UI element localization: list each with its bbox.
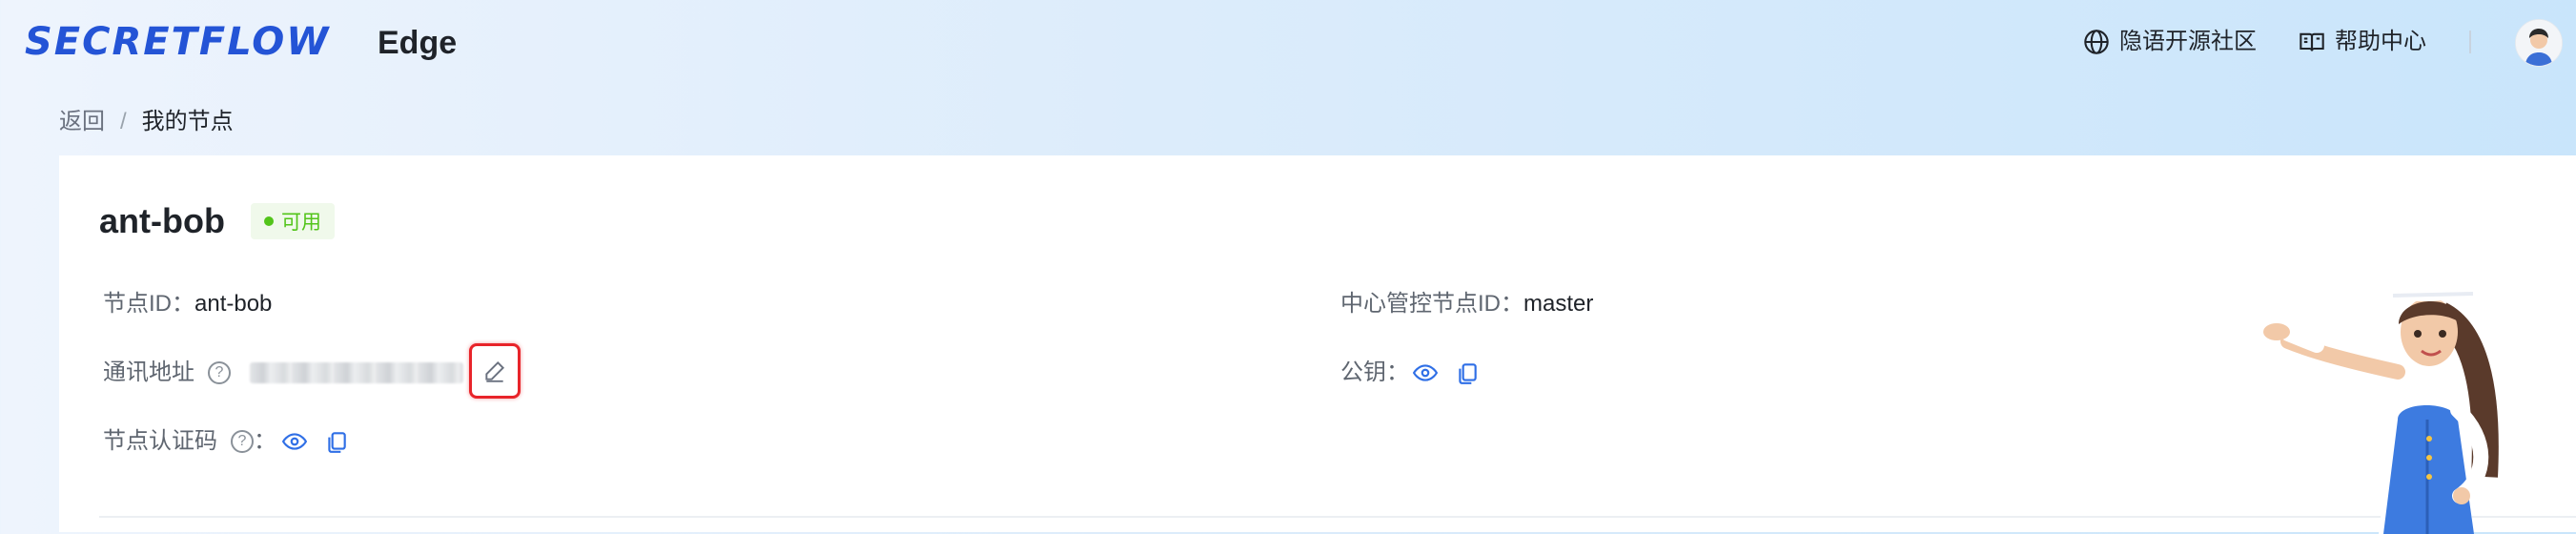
mascot-illustration (2263, 277, 2499, 534)
secretflow-logo[interactable]: SECRETFLOW (25, 15, 330, 69)
community-link-label: 隐语开源社区 (2119, 29, 2257, 54)
node-name: ant-bob (99, 201, 225, 240)
node-id-label: 节点ID： (103, 291, 194, 317)
copy-icon[interactable] (324, 429, 349, 454)
address-label: 通讯地址 (103, 359, 194, 385)
master-id-label: 中心管控节点ID： (1340, 291, 1523, 317)
breadcrumb-current: 我的节点 (141, 109, 234, 134)
auth-code-field: 节点认证码 ? ： (103, 424, 349, 459)
master-node-id-field: 中心管控节点ID： master (1340, 287, 1593, 321)
globe-icon (2084, 30, 2109, 54)
status-badge: 可用 (251, 203, 335, 239)
question-circle-icon[interactable]: ? (208, 361, 231, 384)
eye-icon[interactable] (1413, 360, 1438, 385)
nav-divider (2469, 31, 2471, 53)
top-navigation-bar: SECRETFLOW Edge 隐语开源社区 帮助中心 (0, 0, 2576, 86)
breadcrumb: 返回 / 我的节点 (59, 105, 234, 139)
help-center-label: 帮助中心 (2335, 29, 2426, 54)
node-detail-card: ant-bob 可用 节点ID： ant-bob 通讯地址 ? 节点认证码 ? … (59, 155, 2576, 532)
book-icon (2300, 32, 2324, 51)
edit-address-button[interactable] (469, 343, 521, 399)
auth-code-label: 节点认证码 (103, 428, 217, 454)
edit-pencil-icon (485, 360, 505, 382)
masked-address-value (250, 362, 463, 383)
auth-code-colon: ： (254, 428, 276, 454)
copy-icon[interactable] (1455, 360, 1480, 385)
node-id-field: 节点ID： ant-bob (103, 287, 272, 321)
address-field: 通讯地址 ? (103, 356, 463, 390)
product-name: Edge (378, 25, 458, 61)
node-id-value: ant-bob (194, 291, 273, 317)
help-center-link[interactable]: 帮助中心 (2299, 25, 2426, 59)
public-key-label: 公钥： (1340, 359, 1409, 385)
public-key-field: 公钥： (1340, 356, 1480, 390)
breadcrumb-back[interactable]: 返回 (59, 105, 105, 139)
user-avatar[interactable] (2515, 19, 2563, 67)
status-dot (264, 216, 274, 226)
master-id-value: master (1523, 291, 1594, 317)
avatar-icon (2516, 20, 2562, 66)
question-circle-icon[interactable]: ? (231, 430, 254, 453)
section-divider (99, 516, 1367, 518)
community-link[interactable]: 隐语开源社区 (2083, 25, 2257, 59)
eye-icon[interactable] (282, 429, 307, 454)
logo-text: SECRETFLOW (25, 20, 331, 64)
breadcrumb-separator: / (120, 109, 127, 134)
status-text: 可用 (281, 212, 321, 234)
